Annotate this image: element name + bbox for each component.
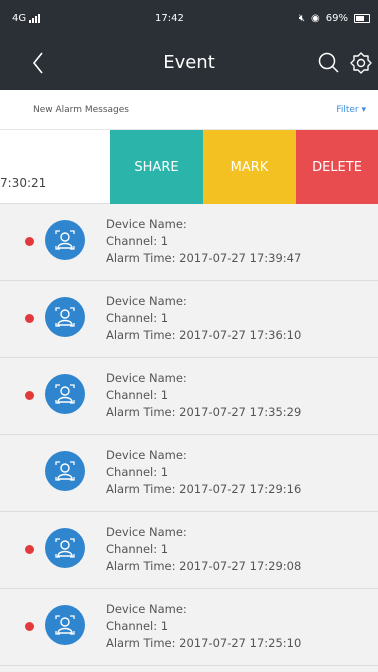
channel: Channel: 1 [106,388,169,402]
search-button[interactable] [316,50,342,76]
event-row[interactable]: Device Name: Channel: 1 Alarm Time: 2017-0… [0,204,378,281]
battery-percent: 69% [325,12,348,24]
event-row[interactable]: Device Name: Channel: 1 Alarm Time: 2017-0… [0,358,378,435]
camera-user-icon [45,451,85,491]
search-icon [318,52,339,73]
unread-dot [25,237,34,246]
share-button[interactable]: SHARE [110,130,203,204]
status-right: 🔇︎ ◉ 69% [299,13,370,24]
status-time: 17:42 [155,12,184,24]
event-row[interactable]: Device Name: Channel: 1 Alarm Time: 2017-0… [0,435,378,512]
settings-button[interactable] [348,50,374,76]
event-details: Device Name: Channel: 1 Alarm Time: 2017-0… [106,447,301,498]
sub-header: New Alarm Messages Filter ▾ [0,90,378,130]
alarm-time: Alarm Time: 2017-07-27 17:29:16 [106,482,302,496]
section-label: New Alarm Messages [33,105,129,115]
gear-icon [350,52,372,74]
alarm-time: Alarm Time: 2017-07-27 17:35:29 [106,405,302,419]
unread-dot [25,545,34,554]
back-button[interactable] [22,46,62,80]
event-row[interactable]: Device Name: Channel: 1 Alarm Time: 2017-0… [0,589,378,666]
filter-button[interactable]: Filter ▾ [336,105,366,115]
event-row[interactable]: Device Name: Channel: 1 Alarm Time: 2017-0… [0,512,378,589]
unread-dot [25,391,34,400]
battery-icon [353,13,370,23]
status-left: 4G [12,12,41,24]
camera-user-icon [45,605,85,645]
channel: Channel: 1 [106,542,169,556]
status-bar: 4G 17:42 🔇︎ ◉ 69% [0,0,378,36]
silent-icon: 🔇︎ [298,12,306,24]
device-name: Device Name: [106,371,187,385]
channel: Channel: 1 [106,465,169,479]
alarm-time: Alarm Time: 2017-07-27 17:39:47 [106,251,302,265]
device-name: Device Name: [106,602,187,616]
alarm-time: Alarm Time: 2017-07-27 17:29:08 [106,559,302,573]
channel: Channel: 1 [106,311,169,325]
event-list: Device Name: Channel: 1 Alarm Time: 2017-0… [0,204,378,666]
network-type: 4G [12,12,27,24]
device-name: Device Name: [106,448,187,462]
channel: Channel: 1 [106,234,169,248]
wifi-icon: ◉ [311,12,320,24]
unread-dot [25,314,34,323]
alarm-time: Alarm Time: 2017-07-27 17:36:10 [106,328,302,342]
chevron-left-icon [32,52,43,74]
swiped-event-row[interactable]: 7:30:21 SHARE MARK DELETE [0,130,378,204]
event-details: Device Name: Channel: 1 Alarm Time: 2017-0… [106,370,301,421]
event-row[interactable]: Device Name: Channel: 1 Alarm Time: 2017-0… [0,281,378,358]
event-details: Device Name: Channel: 1 Alarm Time: 2017-0… [106,601,301,652]
device-name: Device Name: [106,217,187,231]
mark-button[interactable]: MARK [203,130,296,204]
event-details: Device Name: Channel: 1 Alarm Time: 2017-0… [106,524,301,575]
camera-user-icon [45,220,85,260]
camera-user-icon [45,374,85,414]
delete-button[interactable]: DELETE [296,130,378,204]
signal-icon [29,13,41,23]
event-details: Device Name: Channel: 1 Alarm Time: 2017-0… [106,293,301,344]
device-name: Device Name: [106,525,187,539]
event-time-partial: 7:30:21 [0,176,47,190]
channel: Channel: 1 [106,619,169,633]
alarm-time: Alarm Time: 2017-07-27 17:25:10 [106,636,302,650]
device-name: Device Name: [106,294,187,308]
event-details: Device Name: Channel: 1 Alarm Time: 2017-0… [106,216,301,267]
nav-bar: Event [0,36,378,90]
unread-dot [25,622,34,631]
camera-user-icon [45,297,85,337]
camera-user-icon [45,528,85,568]
